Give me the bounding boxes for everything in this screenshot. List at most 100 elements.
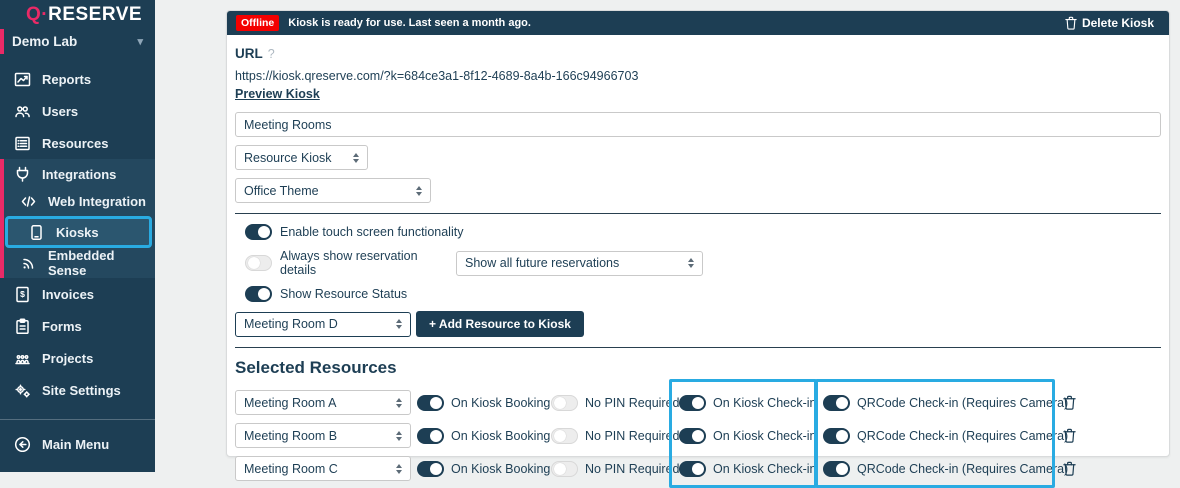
no-pin-label: No PIN Required xyxy=(585,462,680,476)
add-resource-row: Meeting Room D + Add Resource to Kiosk xyxy=(235,311,1161,337)
kiosk-settings-card: Offline Kiosk is ready for use. Last see… xyxy=(226,10,1170,457)
kiosk-checkin-label: On Kiosk Check-in xyxy=(713,429,817,443)
sidebar-item-invoices[interactable]: $ Invoices xyxy=(0,278,155,310)
kiosk-booking-toggle[interactable] xyxy=(417,428,444,444)
no-pin-toggle[interactable] xyxy=(551,461,578,477)
delete-kiosk-button[interactable]: Delete Kiosk xyxy=(1059,15,1160,31)
remove-resource-button[interactable] xyxy=(1063,428,1076,443)
add-resource-select[interactable]: Meeting Room D xyxy=(235,312,411,337)
select-arrows-icon xyxy=(396,319,402,329)
delete-kiosk-label: Delete Kiosk xyxy=(1082,16,1154,30)
sidebar-item-forms[interactable]: Forms xyxy=(0,310,155,342)
sidebar-item-projects[interactable]: Projects xyxy=(0,342,155,374)
reservation-details-toggle[interactable] xyxy=(245,255,272,271)
no-pin-toggle[interactable] xyxy=(551,395,578,411)
resource-select[interactable]: Meeting Room B xyxy=(235,423,411,448)
status-badge: Offline xyxy=(236,15,279,31)
kiosk-booking-label: On Kiosk Booking xyxy=(451,429,550,443)
sidebar-item-label: Reports xyxy=(42,72,91,87)
kiosk-booking-toggle[interactable] xyxy=(417,461,444,477)
kiosk-checkin-toggle[interactable] xyxy=(679,428,706,444)
sidebar-item-web-integration[interactable]: Web Integration xyxy=(0,188,155,215)
qrcode-checkin-label: QRCode Check-in (Requires Camera) xyxy=(857,396,1068,410)
select-arrows-icon xyxy=(353,153,359,163)
reports-icon xyxy=(14,71,31,88)
resource-select[interactable]: Meeting Room C xyxy=(235,456,411,481)
svg-text:$: $ xyxy=(20,289,25,299)
sidebar-item-embedded-sense[interactable]: Embedded Sense xyxy=(0,249,155,276)
sidebar-item-main-menu[interactable]: Main Menu xyxy=(0,428,155,460)
divider xyxy=(235,347,1161,348)
reservation-filter-value: Show all future reservations xyxy=(465,256,619,270)
selected-resources-list: Meeting Room A On Kiosk Booking No PIN R… xyxy=(235,390,1161,481)
kiosk-checkin-label: On Kiosk Check-in xyxy=(713,396,817,410)
embedded-sense-icon xyxy=(20,254,37,271)
kiosk-checkin-toggle[interactable] xyxy=(679,395,706,411)
kiosk-name-input[interactable] xyxy=(235,112,1161,137)
add-resource-button[interactable]: + Add Resource to Kiosk xyxy=(416,311,584,337)
kiosk-url: https://kiosk.qreserve.com/?k=684ce3a1-8… xyxy=(235,69,1161,83)
kiosk-checkin-toggle[interactable] xyxy=(679,461,706,477)
kiosk-booking-toggle[interactable] xyxy=(417,395,444,411)
sidebar-item-resources[interactable]: Resources xyxy=(0,127,155,159)
resource-status-label: Show Resource Status xyxy=(280,287,407,301)
sidebar-item-users[interactable]: Users xyxy=(0,95,155,127)
remove-resource-button[interactable] xyxy=(1063,395,1076,410)
qrcode-checkin-toggle[interactable] xyxy=(823,428,850,444)
qrcode-checkin-label: QRCode Check-in (Requires Camera) xyxy=(857,429,1068,443)
sidebar-item-label: Integrations xyxy=(42,167,116,182)
qrcode-checkin-toggle[interactable] xyxy=(823,461,850,477)
sidebar-item-site-settings[interactable]: Site Settings xyxy=(0,374,155,406)
reservation-filter-select[interactable]: Show all future reservations xyxy=(456,251,703,276)
resource-select[interactable]: Meeting Room A xyxy=(235,390,411,415)
select-arrows-icon xyxy=(396,464,402,474)
qrcode-checkin-toggle[interactable] xyxy=(823,395,850,411)
sidebar-item-integrations[interactable]: Integrations xyxy=(0,161,155,188)
resource-row: Meeting Room C On Kiosk Booking No PIN R… xyxy=(235,456,1161,481)
no-pin-label: No PIN Required xyxy=(585,429,680,443)
trash-icon xyxy=(1063,461,1076,476)
touch-screen-toggle[interactable] xyxy=(245,224,272,240)
reservation-details-row: Always show reservation details Show all… xyxy=(235,249,1161,277)
divider xyxy=(235,213,1161,214)
sidebar-item-reports[interactable]: Reports xyxy=(0,63,155,95)
touch-screen-label: Enable touch screen functionality xyxy=(280,225,463,239)
no-pin-toggle[interactable] xyxy=(551,428,578,444)
sidebar-item-kiosks[interactable]: Kiosks xyxy=(5,216,152,248)
workspace-selector[interactable]: Demo Lab ▾ xyxy=(0,26,155,57)
sidebar-item-label: Resources xyxy=(42,136,108,151)
invoices-icon: $ xyxy=(14,286,31,303)
sidebar-item-label: Embedded Sense xyxy=(48,248,155,278)
qrcode-checkin-label: QRCode Check-in (Requires Camera) xyxy=(857,462,1068,476)
qreserve-logo: Q·RESERVE xyxy=(0,0,155,26)
sidebar-item-label: Users xyxy=(42,104,78,119)
remove-resource-button[interactable] xyxy=(1063,461,1076,476)
add-resource-value: Meeting Room D xyxy=(244,317,338,331)
resources-icon xyxy=(14,135,31,152)
selected-resources-heading: Selected Resources xyxy=(235,358,1161,378)
kiosk-booking-label: On Kiosk Booking xyxy=(451,462,550,476)
sidebar-item-label: Kiosks xyxy=(56,225,99,240)
projects-icon xyxy=(14,350,31,367)
kiosk-theme-select[interactable]: Office Theme xyxy=(235,178,431,203)
sidebar-item-label: Forms xyxy=(42,319,82,334)
resource-row: Meeting Room A On Kiosk Booking No PIN R… xyxy=(235,390,1161,415)
sidebar-item-label: Site Settings xyxy=(42,383,121,398)
sidebar-item-label: Main Menu xyxy=(42,437,109,452)
resource-status-row: Show Resource Status xyxy=(235,286,1161,302)
sidebar-nav: Reports Users Resources Integrations Web… xyxy=(0,63,155,460)
url-label: URL xyxy=(235,46,263,61)
web-integration-icon xyxy=(20,193,37,210)
trash-icon xyxy=(1063,395,1076,410)
preview-kiosk-link[interactable]: Preview Kiosk xyxy=(235,87,320,101)
no-pin-label: No PIN Required xyxy=(585,396,680,410)
touch-screen-row: Enable touch screen functionality xyxy=(235,224,1161,240)
resource-status-toggle[interactable] xyxy=(245,286,272,302)
help-icon[interactable]: ? xyxy=(268,47,275,61)
select-arrows-icon xyxy=(688,258,694,268)
kiosk-type-select[interactable]: Resource Kiosk xyxy=(235,145,368,170)
kiosk-status-bar: Offline Kiosk is ready for use. Last see… xyxy=(227,11,1169,35)
resource-name: Meeting Room B xyxy=(244,429,337,443)
site-settings-icon xyxy=(14,382,31,399)
select-arrows-icon xyxy=(416,186,422,196)
